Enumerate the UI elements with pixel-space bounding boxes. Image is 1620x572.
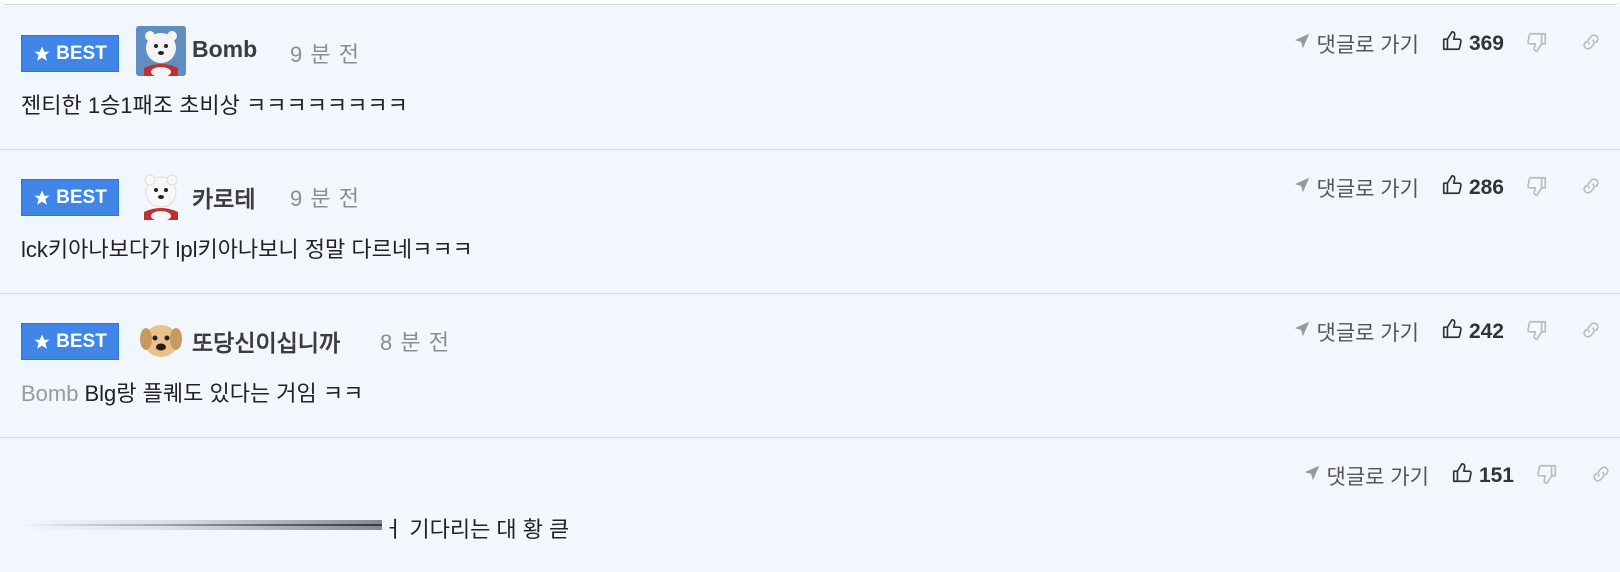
share-link-button[interactable] (1580, 175, 1602, 202)
motion-blur-strip (20, 520, 382, 530)
arrow-icon (1293, 320, 1311, 344)
like-count: 151 (1478, 464, 1514, 487)
comment-actions: 댓글로 가기 242 (1293, 314, 1602, 350)
like-button[interactable]: 151 (1451, 462, 1514, 490)
share-link-button[interactable] (1580, 319, 1602, 346)
thumbs-up-icon (1441, 318, 1463, 346)
best-badge: BEST (21, 323, 119, 360)
comment-time: 8 분 전 (380, 330, 450, 355)
comment-item: 댓글로 가기 151 ㅓ 기다리는 대 황 큳 (0, 438, 1620, 572)
comment-item: BEST 카로테 9 분 전 lck키아나보다가 lpl키아나보니 정말 다르네… (0, 150, 1620, 294)
comment-username[interactable]: Bomb (192, 36, 257, 63)
thumbs-up-icon (1451, 462, 1473, 490)
star-icon (33, 45, 51, 63)
arrow-icon (1293, 176, 1311, 200)
share-link-button[interactable] (1580, 31, 1602, 58)
thumbs-down-icon (1526, 319, 1548, 346)
thumbs-down-icon (1526, 175, 1548, 202)
goto-comment-label: 댓글로 가기 (1326, 466, 1429, 489)
goto-comment-label: 댓글로 가기 (1316, 322, 1419, 345)
link-icon (1580, 319, 1602, 346)
comment-username[interactable]: 카로테 (192, 180, 255, 214)
comment-actions: 댓글로 가기 369 (1293, 26, 1602, 62)
share-link-button[interactable] (1590, 463, 1612, 490)
panel-top-border (0, 0, 1620, 5)
goto-comment-label: 댓글로 가기 (1316, 178, 1419, 201)
goto-comment-button[interactable]: 댓글로 가기 (1293, 29, 1419, 59)
comment-body: 젠티한 1승1패조 초비상 ㅋㅋㅋㅋㅋㅋㅋㅋ (21, 93, 408, 118)
best-badge-label: BEST (56, 330, 107, 352)
thumbs-up-icon (1441, 30, 1463, 58)
link-icon (1580, 31, 1602, 58)
best-badge: BEST (21, 35, 119, 72)
comment-username[interactable]: 또당신이십니까 (192, 324, 340, 358)
thumbs-down-icon (1536, 463, 1558, 490)
thumbs-up-icon (1441, 174, 1463, 202)
like-count: 242 (1468, 320, 1504, 343)
comment-item: BEST Bomb 9 분 전 젠티한 1승1패조 초비상 ㅋㅋㅋㅋㅋㅋㅋㅋ 댓… (0, 6, 1620, 150)
comment-actions: 댓글로 가기 151 (1303, 458, 1612, 494)
best-badge-label: BEST (56, 186, 107, 208)
dislike-button[interactable] (1526, 319, 1548, 346)
best-badge: BEST (21, 179, 119, 216)
like-button[interactable]: 242 (1441, 318, 1504, 346)
mention-username[interactable]: Bomb (21, 381, 78, 406)
dislike-button[interactable] (1526, 175, 1548, 202)
goto-comment-button[interactable]: 댓글로 가기 (1293, 173, 1419, 203)
thumbs-down-icon (1526, 31, 1548, 58)
comment-actions: 댓글로 가기 286 (1293, 170, 1602, 206)
goto-comment-label: 댓글로 가기 (1316, 34, 1419, 57)
star-icon (33, 333, 51, 351)
arrow-icon (1293, 32, 1311, 56)
like-button[interactable]: 369 (1441, 30, 1504, 58)
link-icon (1580, 175, 1602, 202)
puppy-avatar[interactable] (136, 314, 186, 364)
arrow-icon (1303, 464, 1321, 488)
goto-comment-button[interactable]: 댓글로 가기 (1303, 461, 1429, 491)
like-count: 369 (1468, 32, 1504, 55)
goto-comment-button[interactable]: 댓글로 가기 (1293, 317, 1419, 347)
comment-time: 9 분 전 (290, 42, 360, 67)
polar-bear-avatar[interactable] (136, 26, 186, 76)
best-badge-label: BEST (56, 42, 107, 64)
dislike-button[interactable] (1536, 463, 1558, 490)
star-icon (33, 189, 51, 207)
comment-time: 9 분 전 (290, 186, 360, 211)
comment-text: Blg랑 플퀘도 있다는 거임 ㅋㅋ (84, 381, 364, 406)
comment-body: ㅓ 기다리는 대 황 큳 (383, 517, 570, 542)
like-button[interactable]: 286 (1441, 174, 1504, 202)
comment-body: Bomb Blg랑 플퀘도 있다는 거임 ㅋㅋ (21, 376, 363, 408)
link-icon (1590, 463, 1612, 490)
comment-list: BEST Bomb 9 분 전 젠티한 1승1패조 초비상 ㅋㅋㅋㅋㅋㅋㅋㅋ 댓… (0, 6, 1620, 572)
like-count: 286 (1468, 176, 1504, 199)
polar-bear-avatar[interactable] (136, 170, 186, 220)
dislike-button[interactable] (1526, 31, 1548, 58)
comment-body: lck키아나보다가 lpl키아나보니 정말 다르네ㅋㅋㅋ (21, 237, 473, 262)
comment-item: BEST 또당신이십니까 8 분 전 Bomb Blg랑 플퀘도 있다는 거임 ㅋ… (0, 294, 1620, 438)
